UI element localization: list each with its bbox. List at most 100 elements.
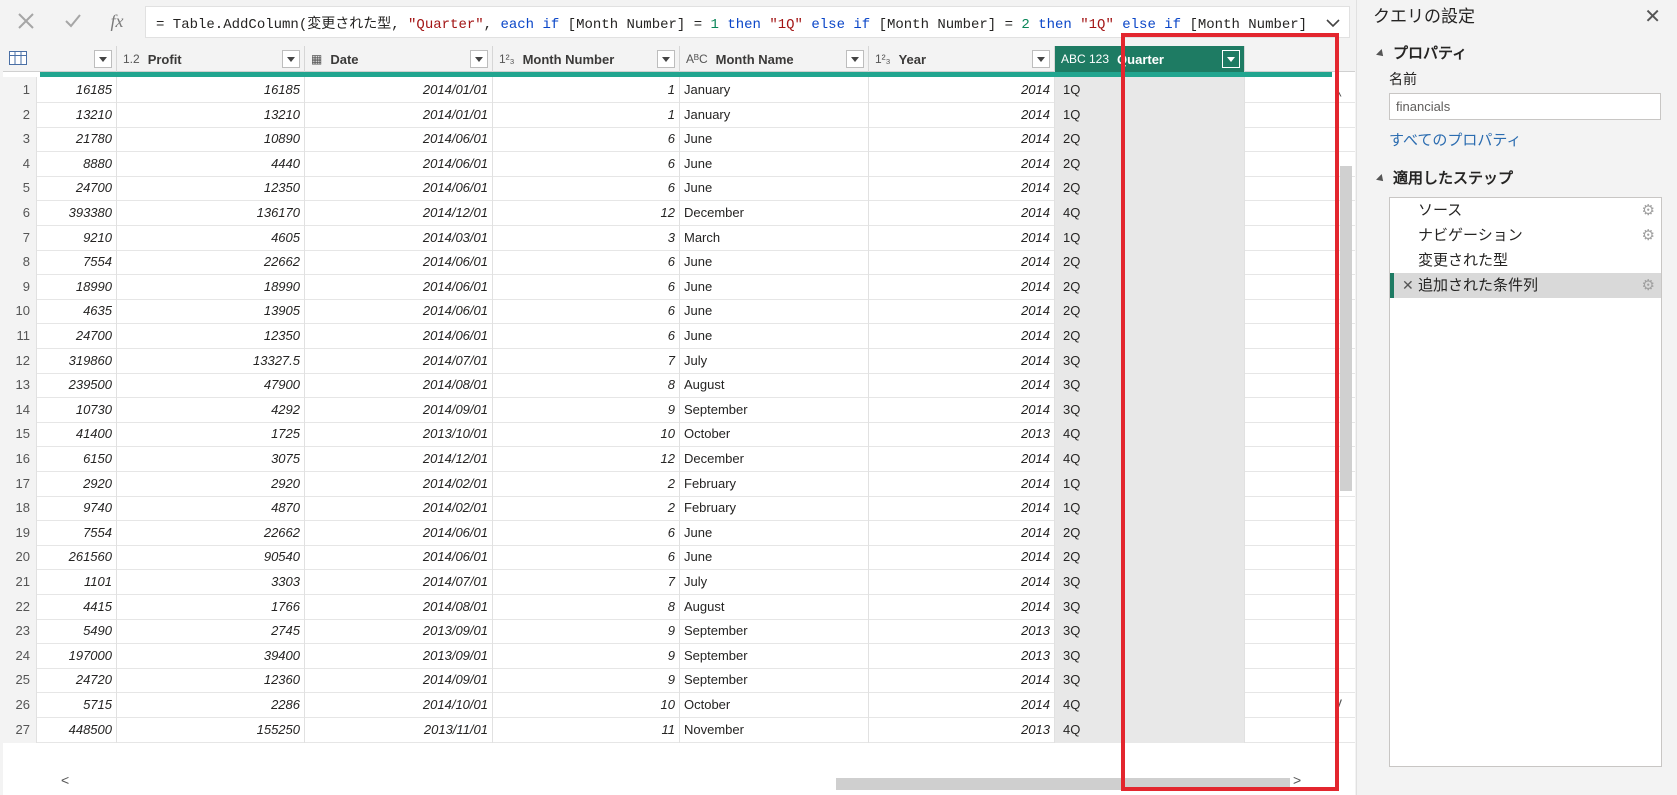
table-cell[interactable]: 2Q xyxy=(1055,544,1245,571)
table-cell[interactable]: 2014 xyxy=(869,495,1055,522)
table-row[interactable]: 13 239500 47900 2014/08/01 8 August 2014 3Q xyxy=(3,372,1355,399)
table-cell[interactable]: 2014/12/01 xyxy=(305,200,493,226)
table-cell[interactable]: 2013 xyxy=(869,642,1055,669)
table-cell[interactable]: June xyxy=(680,249,869,276)
table-cell[interactable]: October xyxy=(680,692,869,718)
table-cell[interactable]: 4415 xyxy=(37,593,117,620)
table-cell[interactable]: 16185 xyxy=(37,77,117,103)
properties-section[interactable]: プロパティ xyxy=(1376,42,1467,63)
table-cell[interactable]: 2013 xyxy=(869,618,1055,645)
table-cell[interactable]: 155250 xyxy=(117,716,305,743)
table-cell[interactable]: October xyxy=(680,421,869,448)
table-cell[interactable]: 4Q xyxy=(1055,716,1245,743)
table-cell[interactable]: 2014 xyxy=(869,224,1055,251)
table-cell[interactable]: 2Q xyxy=(1055,175,1245,202)
table-cell[interactable]: February xyxy=(680,470,869,497)
table-cell[interactable]: 2 xyxy=(493,495,680,522)
table-row[interactable]: 18 9740 4870 2014/02/01 2 February 2014 1Q xyxy=(3,495,1355,522)
table-cell[interactable]: September xyxy=(680,618,869,645)
table-row[interactable]: 2 13210 13210 2014/01/01 1 January 2014 1Q xyxy=(3,101,1355,128)
table-cell[interactable]: 6 xyxy=(493,298,680,325)
table-row[interactable]: 17 2920 2920 2014/02/01 2 February 2014 1Q xyxy=(3,470,1355,497)
table-cell[interactable]: 47900 xyxy=(117,372,305,399)
applied-step-item[interactable]: 変更された型 xyxy=(1390,248,1661,273)
table-cell[interactable]: 9740 xyxy=(37,495,117,522)
table-cell[interactable]: August xyxy=(680,593,869,620)
chevron-down-icon[interactable] xyxy=(1325,16,1341,30)
table-cell[interactable]: 1725 xyxy=(117,421,305,448)
table-cell[interactable]: January xyxy=(680,77,869,103)
table-cell[interactable]: 10 xyxy=(493,421,680,448)
table-cell[interactable]: 2014/09/01 xyxy=(305,667,493,694)
table-cell[interactable]: 3Q xyxy=(1055,372,1245,399)
table-cell[interactable]: 10890 xyxy=(117,126,305,153)
table-cell[interactable]: 3 xyxy=(493,224,680,251)
table-cell[interactable]: 4Q xyxy=(1055,692,1245,718)
table-cell[interactable]: 2014/06/01 xyxy=(305,519,493,546)
table-row[interactable]: 8 7554 22662 2014/06/01 6 June 2014 2Q xyxy=(3,249,1355,276)
table-cell[interactable]: 2014/07/01 xyxy=(305,569,493,595)
table-row[interactable]: 11 24700 12350 2014/06/01 6 June 2014 2Q xyxy=(3,323,1355,349)
table-cell[interactable]: 12350 xyxy=(117,175,305,202)
table-cell[interactable]: 2014 xyxy=(869,470,1055,497)
column-header-month-name[interactable]: AᴮC Month Name xyxy=(680,46,869,72)
table-cell[interactable]: June xyxy=(680,175,869,202)
table-cell[interactable]: 9 xyxy=(493,396,680,423)
table-cell[interactable]: 2013/09/01 xyxy=(305,618,493,645)
table-cell[interactable]: 2014/06/01 xyxy=(305,249,493,276)
table-cell[interactable]: 2013 xyxy=(869,421,1055,448)
table-row[interactable]: 1 16185 16185 2014/01/01 1 January 2014 1Q xyxy=(3,77,1355,103)
table-cell[interactable]: 448500 xyxy=(37,716,117,743)
table-cell[interactable]: September xyxy=(680,396,869,423)
table-row[interactable]: 9 18990 18990 2014/06/01 6 June 2014 2Q xyxy=(3,273,1355,300)
table-cell[interactable]: 4635 xyxy=(37,298,117,325)
table-cell[interactable]: 13327.5 xyxy=(117,347,305,374)
vertical-scrollbar-thumb[interactable] xyxy=(1340,166,1352,491)
column-type-icon[interactable]: ▦ xyxy=(311,52,322,66)
table-cell[interactable]: 2014/08/01 xyxy=(305,372,493,399)
table-cell[interactable]: 6 xyxy=(493,544,680,571)
table-cell[interactable]: 2014/06/01 xyxy=(305,273,493,300)
table-cell[interactable]: 3Q xyxy=(1055,347,1245,374)
table-cell[interactable]: February xyxy=(680,495,869,522)
scroll-left-icon[interactable]: < xyxy=(61,772,69,788)
table-row[interactable]: 19 7554 22662 2014/06/01 6 June 2014 2Q xyxy=(3,519,1355,546)
table-cell[interactable]: June xyxy=(680,519,869,546)
table-row[interactable]: 4 8880 4440 2014/06/01 6 June 2014 2Q xyxy=(3,150,1355,177)
table-cell[interactable]: 9210 xyxy=(37,224,117,251)
table-cell[interactable]: 1101 xyxy=(37,569,117,595)
table-cell[interactable]: 2Q xyxy=(1055,273,1245,300)
applied-steps-section[interactable]: 適用したステップ xyxy=(1376,167,1513,188)
table-cell[interactable]: 2014 xyxy=(869,200,1055,226)
table-cell[interactable]: 2014/01/01 xyxy=(305,77,493,103)
column-header-profit[interactable]: 1.2 Profit xyxy=(117,46,305,72)
table-cell[interactable]: 24700 xyxy=(37,323,117,349)
column-filter-dropdown-icon[interactable] xyxy=(846,50,864,68)
table-row[interactable]: 15 41400 1725 2013/10/01 10 October 2013 4Q xyxy=(3,421,1355,448)
table-cell[interactable]: 6 xyxy=(493,175,680,202)
table-row[interactable]: 12 319860 13327.5 2014/07/01 7 July 2014 3Q xyxy=(3,347,1355,374)
table-cell[interactable]: June xyxy=(680,298,869,325)
table-cell[interactable]: August xyxy=(680,372,869,399)
table-cell[interactable]: 5715 xyxy=(37,692,117,718)
table-cell[interactable]: 136170 xyxy=(117,200,305,226)
table-cell[interactable]: July xyxy=(680,347,869,374)
table-cell[interactable]: 2920 xyxy=(37,470,117,497)
table-cell[interactable]: 2Q xyxy=(1055,298,1245,325)
table-cell[interactable]: 2014 xyxy=(869,569,1055,595)
table-cell[interactable]: 197000 xyxy=(37,642,117,669)
table-row[interactable]: 20 261560 90540 2014/06/01 6 June 2014 2Q xyxy=(3,544,1355,571)
table-cell[interactable]: 2Q xyxy=(1055,249,1245,276)
table-row[interactable]: 10 4635 13905 2014/06/01 6 June 2014 2Q xyxy=(3,298,1355,325)
table-cell[interactable]: 2014 xyxy=(869,101,1055,128)
table-cell[interactable]: 5490 xyxy=(37,618,117,645)
table-cell[interactable]: 21780 xyxy=(37,126,117,153)
table-cell[interactable]: 3303 xyxy=(117,569,305,595)
table-cell[interactable]: 4Q xyxy=(1055,200,1245,226)
table-cell[interactable]: 2014 xyxy=(869,273,1055,300)
table-cell[interactable]: 3Q xyxy=(1055,569,1245,595)
table-cell[interactable]: March xyxy=(680,224,869,251)
table-cell[interactable]: 239500 xyxy=(37,372,117,399)
table-cell[interactable]: 2013 xyxy=(869,716,1055,743)
table-cell[interactable]: 18990 xyxy=(117,273,305,300)
